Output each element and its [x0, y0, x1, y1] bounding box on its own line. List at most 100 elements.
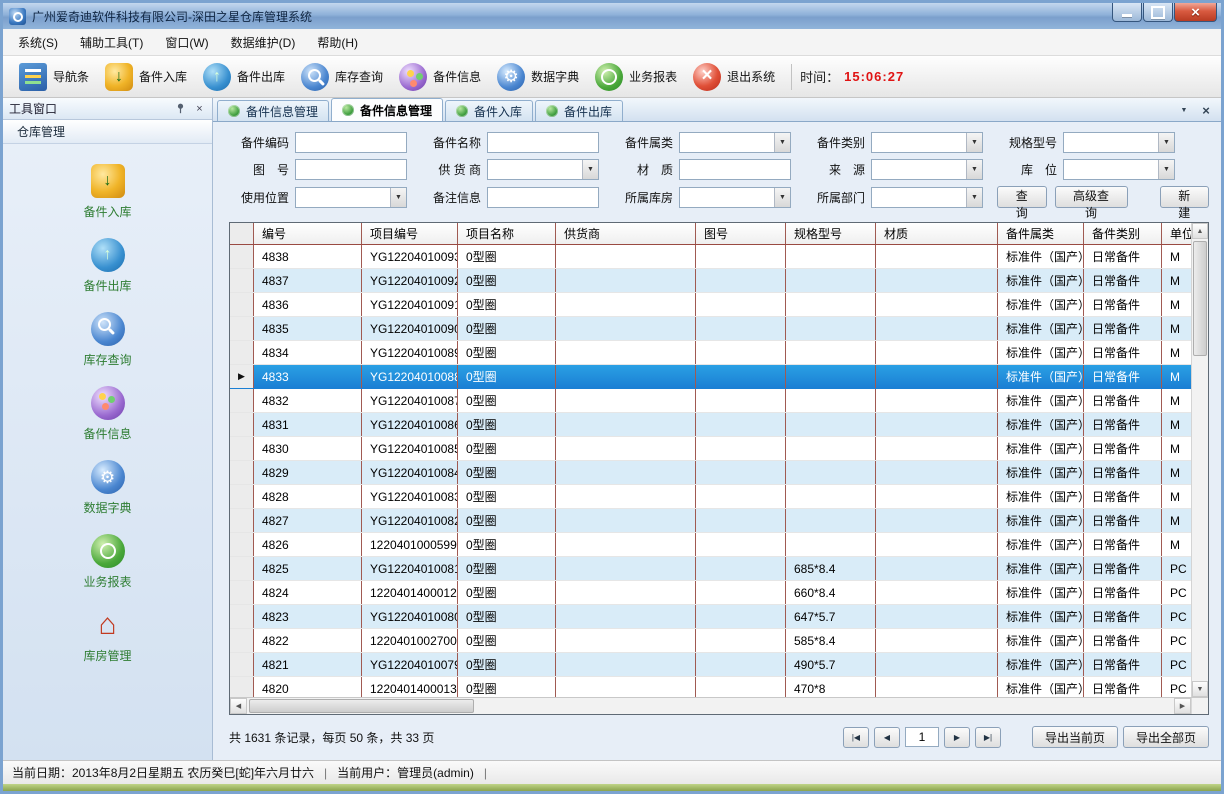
minimize-button[interactable] — [1112, 3, 1142, 22]
column-header[interactable]: 规格型号 — [786, 223, 876, 244]
toolbar-button[interactable]: 业务报表 — [587, 60, 685, 94]
horizontal-scrollbar[interactable] — [230, 698, 1191, 714]
table-row[interactable]: ▶4833YG122040100880型圈标准件（国产）日常备件M — [230, 365, 1191, 389]
toolbar-button[interactable]: 备件入库 — [97, 60, 195, 94]
last-page-button[interactable]: ▶| — [975, 727, 1001, 748]
column-header[interactable]: 备件属类 — [998, 223, 1084, 244]
table-row[interactable]: 4836YG122040100910型圈标准件（国产）日常备件M — [230, 293, 1191, 317]
query-button[interactable]: 查询 — [997, 186, 1047, 208]
field-select[interactable] — [679, 187, 791, 208]
column-header[interactable]: 项目名称 — [458, 223, 556, 244]
column-header[interactable]: 备件类别 — [1084, 223, 1162, 244]
table-row[interactable]: 4825YG122040100810型圈685*8.4标准件（国产）日常备件PC — [230, 557, 1191, 581]
sidebar-item[interactable]: 库房管理 — [3, 598, 212, 672]
table-row[interactable]: 4830YG122040100850型圈标准件（国产）日常备件M — [230, 437, 1191, 461]
table-row[interactable]: 4828YG122040100830型圈标准件（国产）日常备件M — [230, 485, 1191, 509]
table-row[interactable]: 4823YG122040100800型圈647*5.7标准件（国产）日常备件PC — [230, 605, 1191, 629]
menu-item[interactable]: 数据维护(D) — [220, 29, 307, 56]
field-select[interactable] — [871, 187, 983, 208]
toolbar-button[interactable]: 备件出库 — [195, 60, 293, 94]
table-row[interactable]: 4821YG122040100790型圈490*5.7标准件（国产）日常备件PC — [230, 653, 1191, 677]
column-header[interactable]: 编号 — [254, 223, 362, 244]
close-button[interactable] — [1174, 3, 1217, 22]
toolbar-button[interactable]: 备件信息 — [391, 60, 489, 94]
table-row[interactable]: 482412204014000120型圈660*8.4标准件（国产）日常备件PC — [230, 581, 1191, 605]
horizontal-scroll-thumb[interactable] — [249, 699, 474, 713]
sidebar-item[interactable]: 备件出库 — [3, 228, 212, 302]
table-row[interactable]: 4835YG122040100900型圈标准件（国产）日常备件M — [230, 317, 1191, 341]
field-select[interactable] — [871, 132, 983, 153]
pin-icon[interactable] — [174, 102, 187, 115]
tab[interactable]: 备件信息管理 — [331, 98, 443, 121]
export-current-page-button[interactable]: 导出当前页 — [1032, 726, 1118, 748]
page-number-input[interactable] — [905, 727, 939, 747]
export-all-pages-button[interactable]: 导出全部页 — [1123, 726, 1209, 748]
vertical-scrollbar[interactable] — [1191, 223, 1208, 697]
scroll-left-icon[interactable] — [230, 698, 247, 714]
sidebar-item[interactable]: 数据字典 — [3, 450, 212, 524]
field-select[interactable] — [487, 159, 599, 180]
sidebar-item[interactable]: 库存查询 — [3, 302, 212, 376]
column-header[interactable]: 供货商 — [556, 223, 696, 244]
table-row[interactable]: 4834YG122040100890型圈标准件（国产）日常备件M — [230, 341, 1191, 365]
maximize-button[interactable] — [1143, 3, 1173, 22]
column-header[interactable]: 材质 — [876, 223, 998, 244]
vertical-scroll-track[interactable] — [1192, 239, 1208, 681]
field-input[interactable] — [487, 187, 599, 208]
tab[interactable]: 备件信息管理 — [217, 100, 329, 121]
table-row[interactable]: 4829YG122040100840型圈标准件（国产）日常备件M — [230, 461, 1191, 485]
field-select[interactable] — [871, 159, 983, 180]
field-input[interactable] — [679, 159, 791, 180]
sidebar-item[interactable]: 备件信息 — [3, 376, 212, 450]
column-header[interactable]: 项目编号 — [362, 223, 458, 244]
horizontal-scroll-track[interactable] — [247, 698, 1174, 714]
toolbar-button[interactable]: 导航条 — [11, 60, 97, 94]
scroll-down-icon[interactable] — [1192, 681, 1208, 697]
table-row[interactable]: 482012204014000130型圈470*8标准件（国产）日常备件PC — [230, 677, 1191, 697]
tab[interactable]: 备件出库 — [535, 100, 623, 121]
scroll-up-icon[interactable] — [1192, 223, 1208, 239]
tool-window-close-icon[interactable] — [193, 102, 206, 115]
sidebar-item[interactable]: 业务报表 — [3, 524, 212, 598]
field-select[interactable] — [679, 132, 791, 153]
advanced-query-button[interactable]: 高级查询 — [1055, 186, 1128, 208]
menu-item[interactable]: 窗口(W) — [154, 29, 219, 56]
row-indicator-cell — [230, 533, 254, 556]
field-input[interactable] — [487, 132, 599, 153]
column-header[interactable]: 单位 — [1162, 223, 1191, 244]
table-row[interactable]: 482212204010027000型圈585*8.4标准件（国产）日常备件PC — [230, 629, 1191, 653]
tab[interactable]: 备件入库 — [445, 100, 533, 121]
menu-item[interactable]: 系统(S) — [7, 29, 69, 56]
toolbar-button[interactable]: 库存查询 — [293, 60, 391, 94]
next-page-button[interactable]: ▶ — [944, 727, 970, 748]
first-page-button[interactable]: |◀ — [843, 727, 869, 748]
sidebar-group-header[interactable]: 仓库管理 — [3, 120, 212, 144]
table-row[interactable]: 4837YG122040100920型圈标准件（国产）日常备件M — [230, 269, 1191, 293]
field-select[interactable] — [1063, 132, 1175, 153]
field-input[interactable] — [295, 132, 407, 153]
sidebar-item[interactable]: 备件入库 — [3, 154, 212, 228]
field-input[interactable] — [295, 159, 407, 180]
menu-item[interactable]: 帮助(H) — [306, 29, 369, 56]
tab-list-dropdown-icon[interactable] — [1177, 103, 1191, 117]
form-field: 备件名称 — [421, 132, 613, 153]
field-select[interactable] — [295, 187, 407, 208]
vertical-scroll-thumb[interactable] — [1193, 241, 1207, 356]
toolbar-button[interactable]: 退出系统 — [685, 60, 783, 94]
table-row[interactable]: 4832YG122040100870型圈标准件（国产）日常备件M — [230, 389, 1191, 413]
table-cell: 0型圈 — [458, 533, 556, 556]
table-row[interactable]: 4827YG122040100820型圈标准件（国产）日常备件M — [230, 509, 1191, 533]
data-dictionary-icon — [497, 63, 525, 91]
field-select[interactable] — [1063, 159, 1175, 180]
toolbar-button[interactable]: 数据字典 — [489, 60, 587, 94]
table-row[interactable]: 4831YG122040100860型圈标准件（国产）日常备件M — [230, 413, 1191, 437]
new-button[interactable]: 新建 — [1160, 186, 1210, 208]
column-header[interactable]: 图号 — [696, 223, 786, 244]
row-indicator-cell — [230, 557, 254, 580]
table-row[interactable]: 482612204010005990型圈标准件（国产）日常备件M — [230, 533, 1191, 557]
scroll-right-icon[interactable] — [1174, 698, 1191, 714]
menu-item[interactable]: 辅助工具(T) — [69, 29, 154, 56]
table-row[interactable]: 4838YG122040100930型圈标准件（国产）日常备件M — [230, 245, 1191, 269]
prev-page-button[interactable]: ◀ — [874, 727, 900, 748]
tab-close-icon[interactable] — [1199, 103, 1213, 117]
